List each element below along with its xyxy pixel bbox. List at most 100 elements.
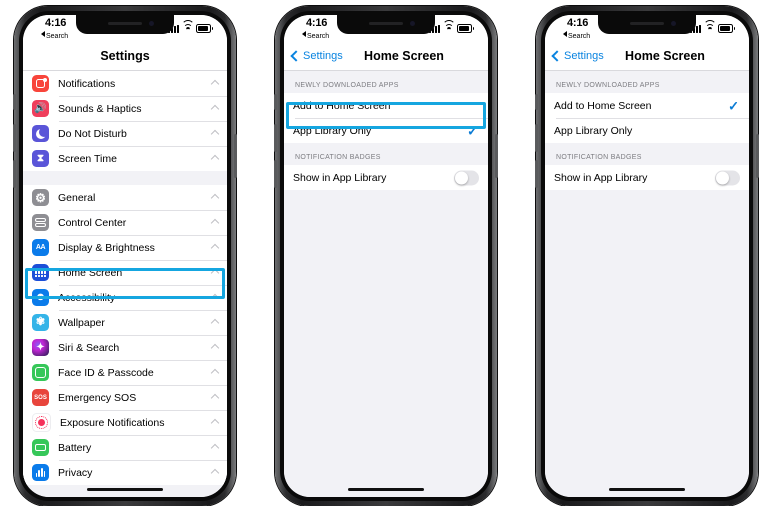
notch (76, 15, 174, 34)
option-add-to-home-screen[interactable]: Add to Home Screen (284, 93, 488, 118)
status-time: 4:16 (567, 17, 589, 29)
back-triangle-icon (302, 31, 306, 37)
section-notification-badges: Show in App Library (284, 165, 488, 190)
option-show-in-app-library[interactable]: Show in App Library (545, 165, 749, 190)
status-indicators (168, 19, 213, 33)
chevron-right-icon (210, 468, 220, 477)
option-app-library-only[interactable]: App Library Only ✓ (284, 118, 488, 143)
volume-up-button[interactable] (13, 124, 16, 152)
settings-row-exposure-notifications[interactable]: Exposure Notifications (23, 410, 227, 435)
power-button[interactable] (234, 134, 237, 178)
row-label: Siri & Search (58, 341, 120, 354)
chevron-right-icon (210, 443, 220, 452)
screen-time-icon: ⧗ (32, 150, 49, 167)
row-label: App Library Only (293, 124, 372, 137)
mute-switch[interactable] (13, 94, 16, 110)
section-header-notification-badges: NOTIFICATION BADGES (284, 143, 488, 165)
wallpaper-icon: ✾ (32, 314, 49, 331)
three-phone-comparison: 4:16 Search Settings Notifications 🔊 Sou… (0, 0, 782, 506)
volume-up-button[interactable] (274, 124, 277, 152)
chevron-right-icon (210, 293, 220, 302)
phone-frame-home-screen-applibrary: 4:16 Search Settings Home Screen NEWLY D… (274, 6, 498, 506)
nav-bar-home-screen: Settings Home Screen (284, 45, 488, 71)
settings-row-control-center[interactable]: Control Center (23, 210, 227, 235)
phone-screen: 4:16 Search Settings Home Screen NEWLY D… (545, 15, 749, 497)
volume-down-button[interactable] (13, 160, 16, 188)
settings-row-sounds-haptics[interactable]: 🔊 Sounds & Haptics (23, 96, 227, 121)
chevron-right-icon (210, 104, 220, 113)
settings-row-face-id[interactable]: Face ID & Passcode (23, 360, 227, 385)
settings-row-emergency-sos[interactable]: SOS Emergency SOS (23, 385, 227, 410)
option-show-in-app-library[interactable]: Show in App Library (284, 165, 488, 190)
home-indicator (87, 487, 163, 491)
checkmark-icon: ✓ (728, 98, 739, 113)
phone-bezel: 4:16 Search Settings Home Screen NEWLY D… (280, 11, 492, 501)
settings-row-wallpaper[interactable]: ✾ Wallpaper (23, 310, 227, 335)
earpiece-speaker (630, 22, 664, 25)
chevron-right-icon (210, 418, 220, 427)
section-header-newly-downloaded-apps: NEWLY DOWNLOADED APPS (284, 71, 488, 93)
status-back-to-search[interactable]: Search (563, 31, 590, 40)
settings-row-battery[interactable]: Battery (23, 435, 227, 460)
row-label: Display & Brightness (58, 241, 155, 254)
home-screen-settings-list: NEWLY DOWNLOADED APPS Add to Home Screen… (545, 71, 749, 497)
option-add-to-home-screen[interactable]: Add to Home Screen ✓ (545, 93, 749, 118)
settings-row-accessibility[interactable]: ☻ Accessibility (23, 285, 227, 310)
row-label: Accessibility (58, 291, 116, 304)
section-header-notification-badges: NOTIFICATION BADGES (545, 143, 749, 165)
mute-switch[interactable] (274, 94, 277, 110)
chevron-right-icon (210, 393, 220, 402)
battery-icon (196, 24, 213, 33)
siri-search-icon: ✦ (32, 339, 49, 356)
row-label: Face ID & Passcode (58, 366, 154, 379)
power-button[interactable] (756, 134, 759, 178)
settings-row-home-screen[interactable]: Home Screen (23, 260, 227, 285)
mute-switch[interactable] (535, 94, 538, 110)
phone-screen: 4:16 Search Settings Home Screen NEWLY D… (284, 15, 488, 497)
settings-group-1: Notifications 🔊 Sounds & Haptics Do Not … (23, 71, 227, 171)
chevron-left-icon (551, 50, 563, 62)
row-label: Privacy (58, 466, 93, 479)
chevron-left-icon (290, 50, 302, 62)
settings-row-notifications[interactable]: Notifications (23, 71, 227, 96)
chevron-right-icon (210, 268, 220, 277)
row-label: Sounds & Haptics (58, 102, 142, 115)
row-label: Notifications (58, 77, 116, 90)
row-label: Add to Home Screen (293, 99, 391, 112)
wifi-icon (181, 19, 194, 33)
status-back-to-search[interactable]: Search (41, 31, 68, 40)
settings-row-privacy[interactable]: Privacy (23, 460, 227, 485)
volume-down-button[interactable] (535, 160, 538, 188)
row-label: App Library Only (554, 124, 633, 137)
row-label: General (58, 191, 96, 204)
settings-row-siri-search[interactable]: ✦ Siri & Search (23, 335, 227, 360)
power-button[interactable] (495, 134, 498, 178)
settings-group-2: ⚙ General Control Center AA Display & Br… (23, 185, 227, 485)
status-indicators (429, 19, 474, 33)
back-triangle-icon (41, 31, 45, 37)
show-in-app-library-toggle[interactable] (454, 170, 479, 185)
settings-row-screen-time[interactable]: ⧗ Screen Time (23, 146, 227, 171)
privacy-icon (32, 464, 49, 481)
toggle-knob (716, 171, 729, 184)
settings-row-do-not-disturb[interactable]: Do Not Disturb (23, 121, 227, 146)
settings-row-display-brightness[interactable]: AA Display & Brightness (23, 235, 227, 260)
option-app-library-only[interactable]: App Library Only (545, 118, 749, 143)
volume-down-button[interactable] (274, 160, 277, 188)
status-back-label: Search (307, 33, 330, 40)
phone-screen: 4:16 Search Settings Notifications 🔊 Sou… (23, 15, 227, 497)
status-back-to-search[interactable]: Search (302, 31, 329, 40)
settings-row-general[interactable]: ⚙ General (23, 185, 227, 210)
chevron-right-icon (210, 154, 220, 163)
toggle-knob (455, 171, 468, 184)
chevron-right-icon (210, 368, 220, 377)
row-label: Screen Time (58, 152, 117, 165)
volume-up-button[interactable] (535, 124, 538, 152)
show-in-app-library-toggle[interactable] (715, 170, 740, 185)
nav-bar-home-screen: Settings Home Screen (545, 45, 749, 71)
accessibility-icon: ☻ (32, 289, 49, 306)
home-screen-icon (32, 264, 49, 281)
row-label: Emergency SOS (58, 391, 137, 404)
home-indicator (609, 487, 685, 491)
row-label: Wallpaper (58, 316, 105, 329)
